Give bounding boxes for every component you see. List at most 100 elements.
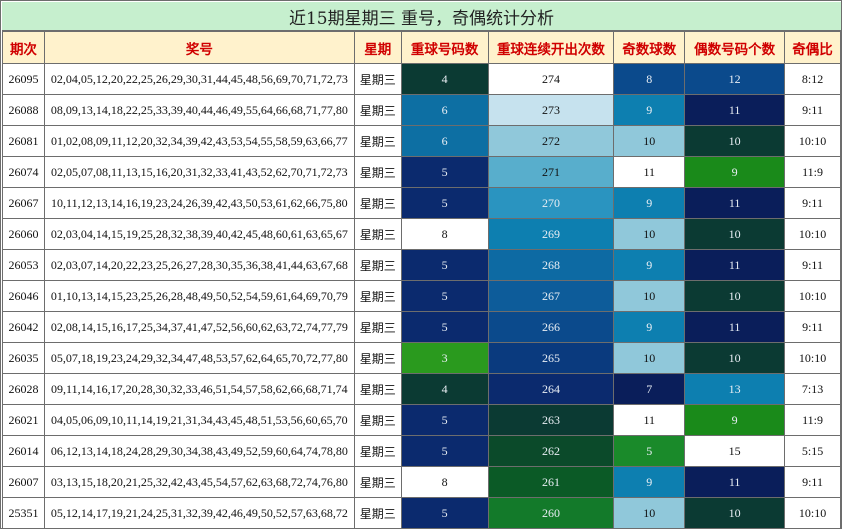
numbers-cell: 05,12,14,17,19,21,24,25,31,32,39,42,46,4… xyxy=(43,497,355,529)
numbers-cell: 02,04,05,12,20,22,25,26,29,30,31,44,45,4… xyxy=(43,63,355,95)
odd-cell: 9 xyxy=(613,187,686,219)
consecutive-cell: 268 xyxy=(487,249,615,281)
weekday-cell: 星期三 xyxy=(353,342,402,374)
numbers-cell: 10,11,12,13,14,16,19,23,24,26,39,42,43,5… xyxy=(43,187,355,219)
stats-table: 期次 奖号 星期 重球号码数 重球连续开出次数 奇数球数 偶数号码个数 奇偶比 … xyxy=(2,31,841,529)
odd-cell: 8 xyxy=(613,63,686,95)
issue-cell: 26014 xyxy=(2,435,45,467)
even-cell: 9 xyxy=(684,404,786,436)
consecutive-cell: 263 xyxy=(487,404,615,436)
repeat-cell: 3 xyxy=(400,342,489,374)
weekday-cell: 星期三 xyxy=(353,373,402,405)
numbers-cell: 01,02,08,09,11,12,20,32,34,39,42,43,53,5… xyxy=(43,125,355,157)
ratio-cell: 10:10 xyxy=(784,218,841,250)
odd-cell: 5 xyxy=(613,435,686,467)
repeat-cell: 5 xyxy=(400,311,489,343)
table-body: 26095 02,04,05,12,20,22,25,26,29,30,31,44… xyxy=(2,63,841,529)
numbers-cell: 02,03,07,14,20,22,23,25,26,27,28,30,35,3… xyxy=(43,249,355,281)
repeat-cell: 5 xyxy=(400,249,489,281)
weekday-cell: 星期三 xyxy=(353,466,402,498)
ratio-cell: 9:11 xyxy=(784,466,841,498)
repeat-cell: 5 xyxy=(400,156,489,188)
consecutive-cell: 265 xyxy=(487,342,615,374)
header-repeat: 重球号码数 xyxy=(400,31,489,64)
weekday-cell: 星期三 xyxy=(353,156,402,188)
weekday-cell: 星期三 xyxy=(353,187,402,219)
ratio-cell: 5:15 xyxy=(784,435,841,467)
issue-cell: 26028 xyxy=(2,373,45,405)
odd-cell: 9 xyxy=(613,94,686,126)
ratio-cell: 10:10 xyxy=(784,497,841,529)
issue-cell: 25351 xyxy=(2,497,45,529)
weekday-cell: 星期三 xyxy=(353,125,402,157)
even-cell: 9 xyxy=(684,156,786,188)
ratio-cell: 11:9 xyxy=(784,156,841,188)
ratio-cell: 10:10 xyxy=(784,342,841,374)
consecutive-cell: 271 xyxy=(487,156,615,188)
odd-cell: 9 xyxy=(613,249,686,281)
repeat-cell: 5 xyxy=(400,404,489,436)
table-row: 26014 06,12,13,14,18,24,28,29,30,34,38,43… xyxy=(2,435,841,467)
header-numbers: 奖号 xyxy=(43,31,355,64)
repeat-cell: 5 xyxy=(400,280,489,312)
odd-cell: 11 xyxy=(613,156,686,188)
issue-cell: 26021 xyxy=(2,404,45,436)
ratio-cell: 9:11 xyxy=(784,187,841,219)
table-row: 26028 09,11,14,16,17,20,28,30,32,33,46,51… xyxy=(2,373,841,405)
numbers-cell: 05,07,18,19,23,24,29,32,34,47,48,53,57,6… xyxy=(43,342,355,374)
table-row: 26081 01,02,08,09,11,12,20,32,34,39,42,43… xyxy=(2,125,841,157)
odd-cell: 9 xyxy=(613,466,686,498)
repeat-cell: 8 xyxy=(400,466,489,498)
repeat-cell: 6 xyxy=(400,125,489,157)
odd-cell: 10 xyxy=(613,497,686,529)
repeat-cell: 8 xyxy=(400,218,489,250)
weekday-cell: 星期三 xyxy=(353,404,402,436)
weekday-cell: 星期三 xyxy=(353,435,402,467)
numbers-cell: 08,09,13,14,18,22,25,33,39,40,44,46,49,5… xyxy=(43,94,355,126)
ratio-cell: 8:12 xyxy=(784,63,841,95)
numbers-cell: 02,03,04,14,15,19,25,28,32,38,39,40,42,4… xyxy=(43,218,355,250)
ratio-cell: 9:11 xyxy=(784,94,841,126)
repeat-cell: 5 xyxy=(400,497,489,529)
table-row: 26007 03,13,15,18,20,21,25,32,42,43,45,54… xyxy=(2,466,841,498)
ratio-cell: 10:10 xyxy=(784,280,841,312)
table-row: 26067 10,11,12,13,14,16,19,23,24,26,39,42… xyxy=(2,187,841,219)
table-row: 26074 02,05,07,08,11,13,15,16,20,31,32,33… xyxy=(2,156,841,188)
table-row: 25351 05,12,14,17,19,21,24,25,31,32,39,42… xyxy=(2,497,841,529)
header-issue: 期次 xyxy=(2,31,45,64)
consecutive-cell: 267 xyxy=(487,280,615,312)
even-cell: 10 xyxy=(684,218,786,250)
even-cell: 11 xyxy=(684,94,786,126)
consecutive-cell: 261 xyxy=(487,466,615,498)
issue-cell: 26060 xyxy=(2,218,45,250)
table-row: 26042 02,08,14,15,16,17,25,34,37,41,47,52… xyxy=(2,311,841,343)
table-row: 26035 05,07,18,19,23,24,29,32,34,47,48,53… xyxy=(2,342,841,374)
even-cell: 12 xyxy=(684,63,786,95)
consecutive-cell: 262 xyxy=(487,435,615,467)
even-cell: 10 xyxy=(684,342,786,374)
even-cell: 11 xyxy=(684,311,786,343)
header-ratio: 奇偶比 xyxy=(784,31,841,64)
weekday-cell: 星期三 xyxy=(353,218,402,250)
numbers-cell: 01,10,13,14,15,23,25,26,28,48,49,50,52,5… xyxy=(43,280,355,312)
header-even: 偶数号码个数 xyxy=(684,31,786,64)
numbers-cell: 02,05,07,08,11,13,15,16,20,31,32,33,41,4… xyxy=(43,156,355,188)
odd-cell: 10 xyxy=(613,280,686,312)
odd-cell: 10 xyxy=(613,342,686,374)
issue-cell: 26088 xyxy=(2,94,45,126)
header-odd: 奇数球数 xyxy=(613,31,686,64)
table-row: 26095 02,04,05,12,20,22,25,26,29,30,31,44… xyxy=(2,63,841,95)
consecutive-cell: 273 xyxy=(487,94,615,126)
weekday-cell: 星期三 xyxy=(353,94,402,126)
table-row: 26053 02,03,07,14,20,22,23,25,26,27,28,30… xyxy=(2,249,841,281)
issue-cell: 26074 xyxy=(2,156,45,188)
weekday-cell: 星期三 xyxy=(353,311,402,343)
table-frame: 近15期星期三 重号，奇偶统计分析 期次 奖号 星期 重球号码数 重球连续开出次… xyxy=(0,0,842,529)
odd-cell: 9 xyxy=(613,311,686,343)
numbers-cell: 09,11,14,16,17,20,28,30,32,33,46,51,54,5… xyxy=(43,373,355,405)
table-row: 26060 02,03,04,14,15,19,25,28,32,38,39,40… xyxy=(2,218,841,250)
consecutive-cell: 266 xyxy=(487,311,615,343)
header-weekday: 星期 xyxy=(353,31,402,64)
consecutive-cell: 272 xyxy=(487,125,615,157)
issue-cell: 26035 xyxy=(2,342,45,374)
